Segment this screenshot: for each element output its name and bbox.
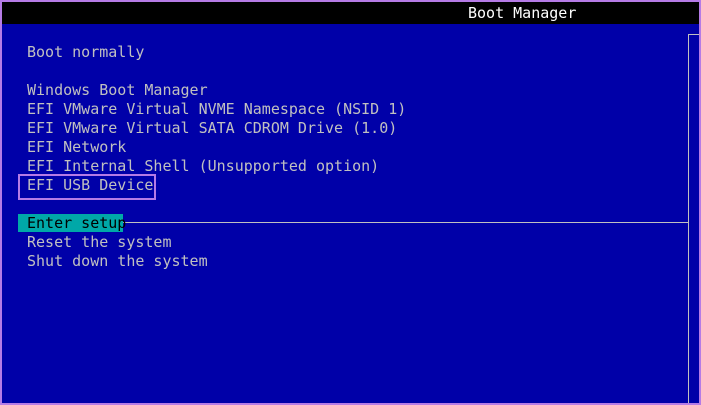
boot-manager-screen: Boot Manager Boot normally Windows Boot … [0, 0, 701, 405]
menu-divider [123, 222, 689, 223]
scrollbar-track[interactable] [688, 34, 689, 403]
boot-normally-option[interactable]: Boot normally [27, 43, 144, 62]
enter-setup-option[interactable]: Enter setup [18, 214, 126, 232]
window-title: Boot Manager [468, 4, 577, 22]
boot-entry-windows-boot-manager[interactable]: Windows Boot Manager [27, 81, 208, 100]
scrollbar-top-cap [688, 34, 699, 35]
boot-entry-vmware-sata-cdrom[interactable]: EFI VMware Virtual SATA CDROM Drive (1.0… [27, 119, 397, 138]
title-bar: Boot Manager [2, 2, 699, 24]
reset-system-option[interactable]: Reset the system [27, 233, 172, 252]
boot-entry-efi-usb-device[interactable]: EFI USB Device [27, 176, 153, 195]
shut-down-system-option[interactable]: Shut down the system [27, 252, 208, 271]
boot-entry-efi-network[interactable]: EFI Network [27, 138, 126, 157]
boot-entry-vmware-nvme[interactable]: EFI VMware Virtual NVME Namespace (NSID … [27, 100, 406, 119]
